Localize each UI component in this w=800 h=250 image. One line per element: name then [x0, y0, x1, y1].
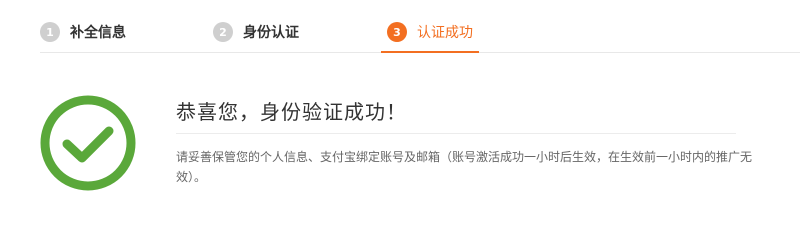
step-number-3: 3	[387, 22, 407, 42]
active-step-underline	[381, 51, 479, 53]
step-number-2: 2	[213, 22, 233, 42]
divider	[176, 133, 736, 134]
step-label-complete-info: 补全信息	[70, 25, 126, 41]
step-number-1: 1	[40, 22, 60, 42]
step-label-identity-verification: 身份认证	[243, 25, 299, 41]
success-description: 请妥善保管您的个人信息、支付宝绑定账号及邮箱（账号激活成功一小时后生效，在生效前…	[176, 150, 753, 184]
check-circle-icon	[40, 95, 136, 191]
step-verification-success: 3 认证成功	[381, 21, 479, 53]
success-title: 恭喜您，身份验证成功！	[176, 100, 407, 124]
step-progress: 1 补全信息 2 身份认证 3 认证成功	[40, 0, 800, 53]
step-label-verification-success: 认证成功	[417, 25, 473, 41]
step-identity-verification: 2 身份认证	[213, 21, 299, 43]
step-complete-info: 1 补全信息	[40, 21, 126, 43]
